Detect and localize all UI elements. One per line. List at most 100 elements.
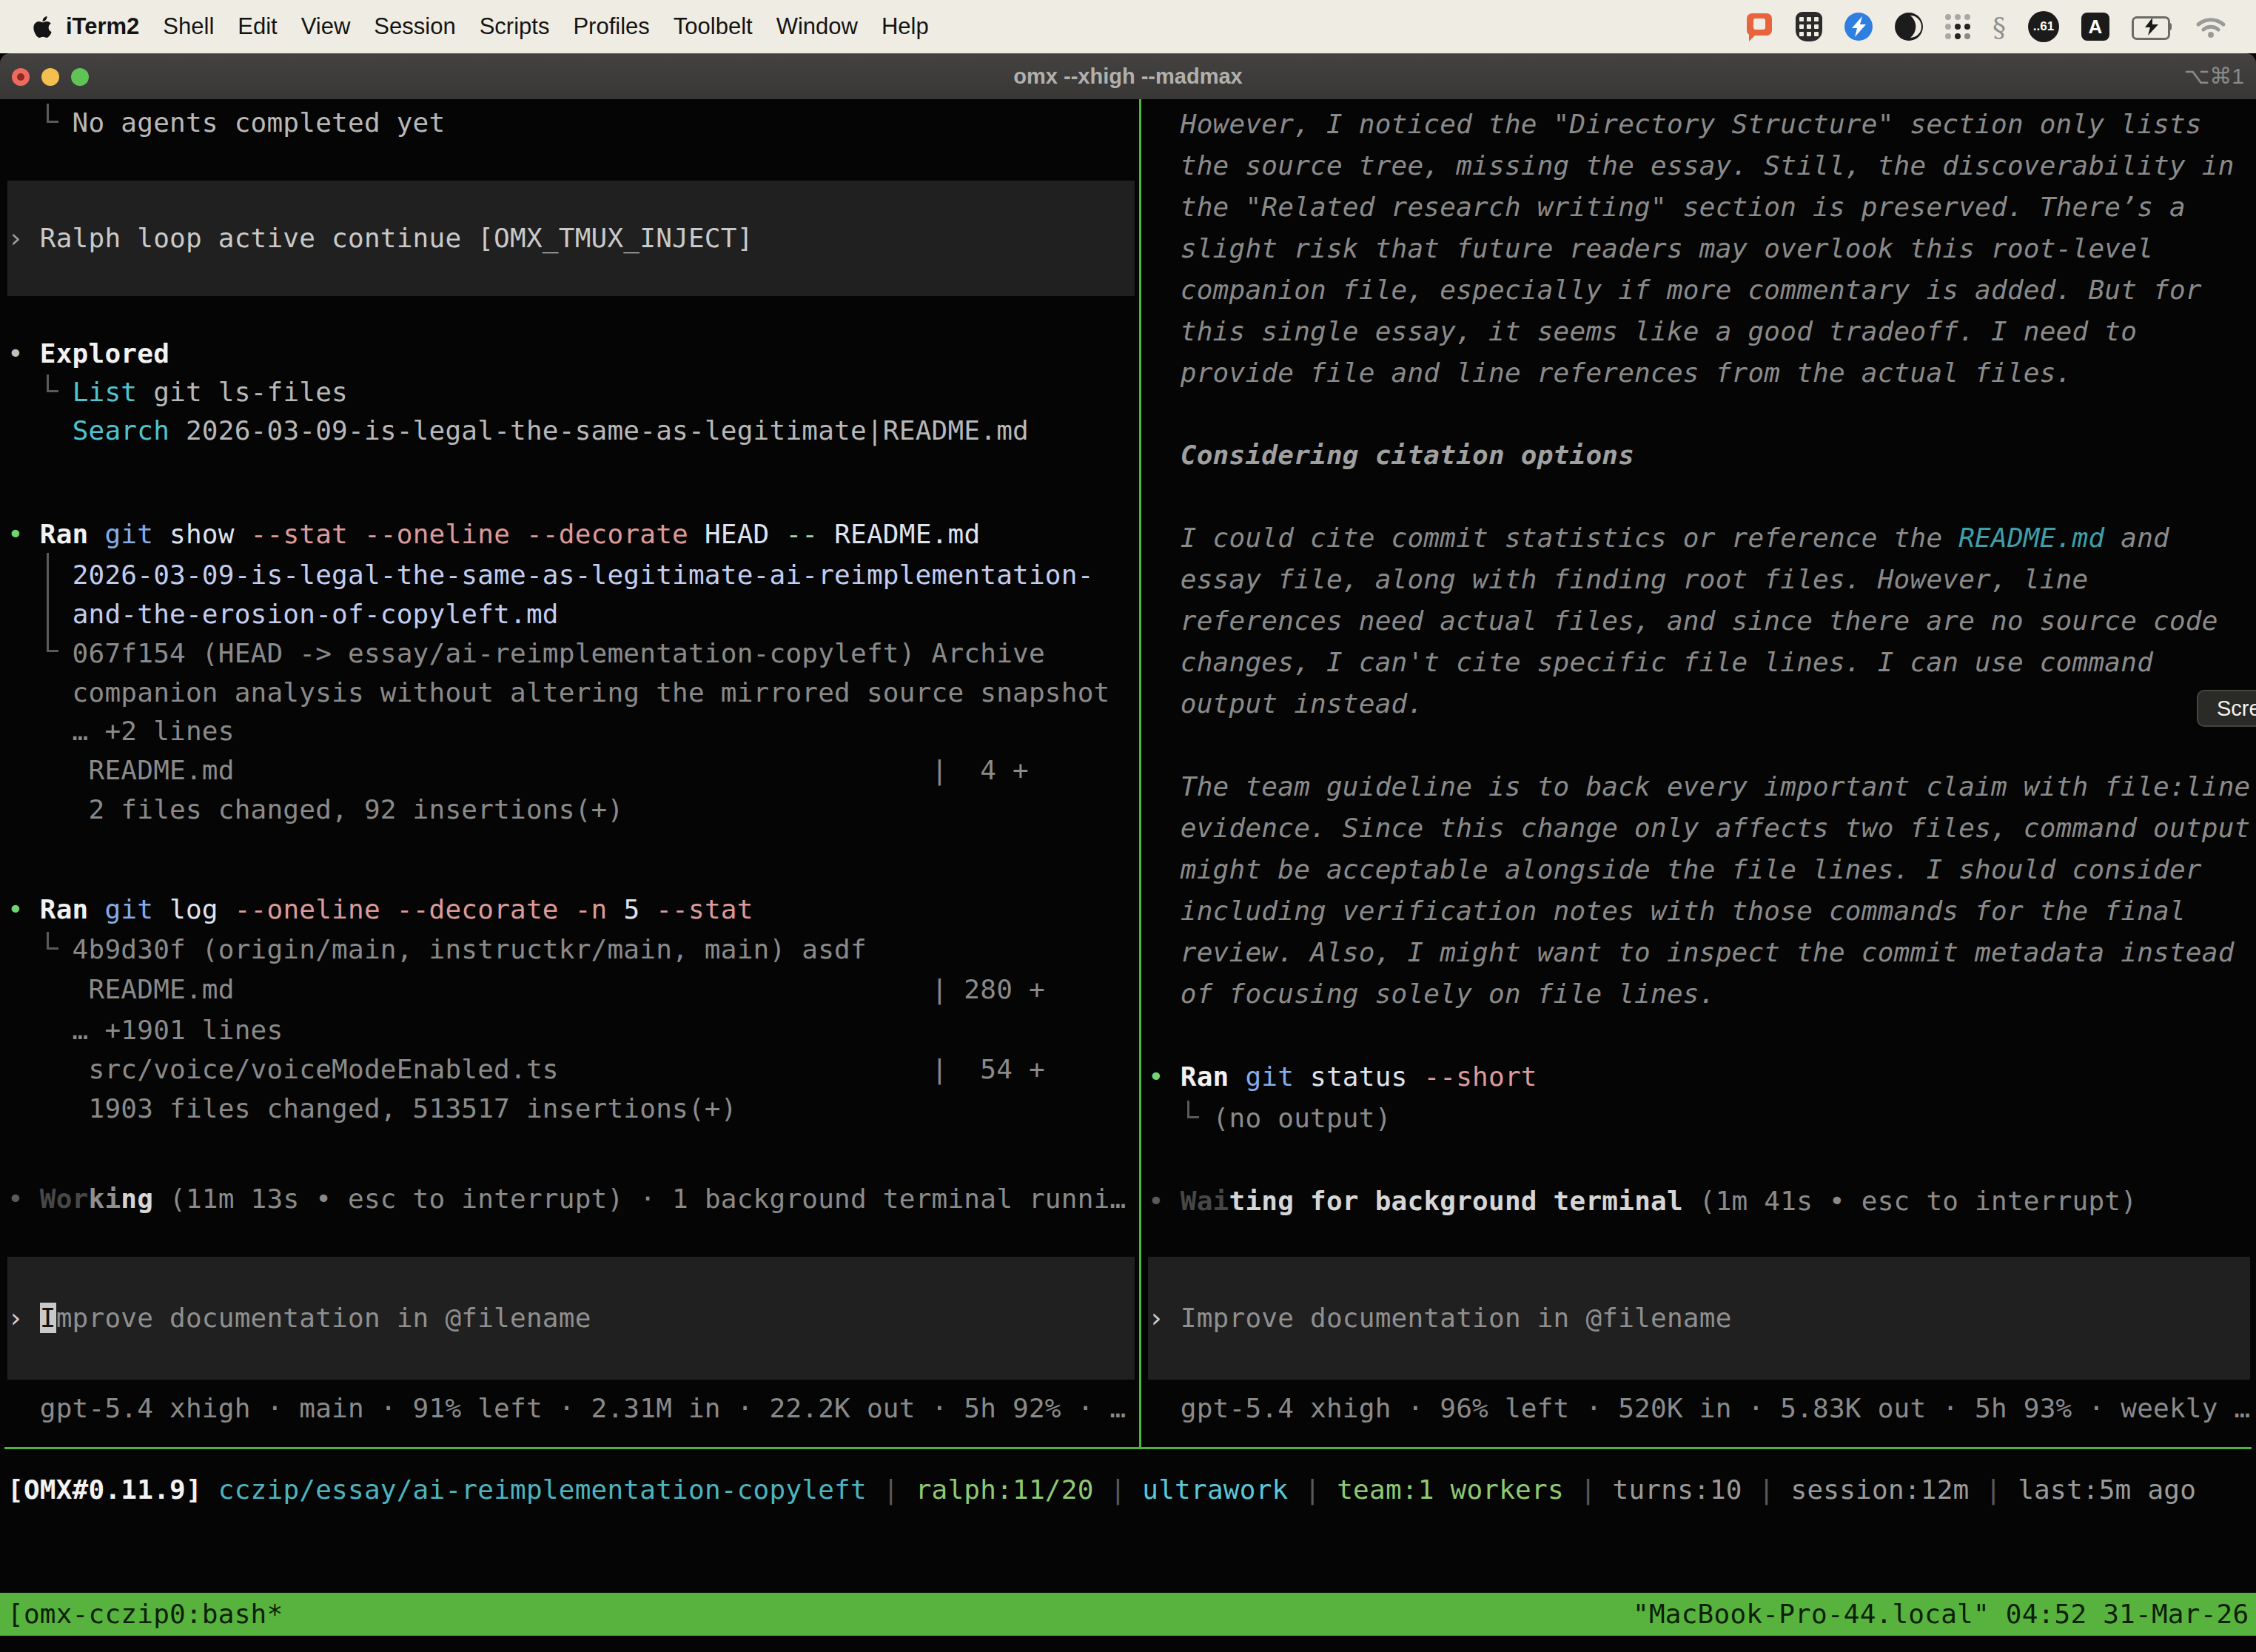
menu-item-help[interactable]: Help [870,13,941,40]
para: references need actual files, and since … [1148,605,2218,636]
terminal-line: slight risk that future readers may over… [1148,229,2153,269]
terminal-line: The team guideline is to back every impo… [1148,767,2250,807]
terminal-line: gpt-5.4 xhigh · 96% left · 520K in · 5.8… [1148,1389,2250,1428]
minimize-button[interactable] [41,68,59,86]
squiggle-icon[interactable]: § [1993,12,2006,42]
terminal-line: 2 files changed, 92 insertions(+) [7,790,623,830]
shimmer-bright: ting for background terminal [1229,1186,1683,1216]
blue-bolt-app-icon[interactable] [1844,13,1873,41]
white-bold: Ran [40,894,89,924]
menu-item-scripts[interactable]: Scripts [468,13,562,40]
sep: | [1564,1474,1613,1505]
bullet-green: • [7,519,40,549]
para: The team guideline is to back every impo… [1148,771,2250,802]
text [1229,1061,1246,1092]
terminal-line: README.md | 280 + [7,970,1045,1010]
terminal-line: src/voice/voiceModeEnabled.ts | 54 + [7,1050,1045,1089]
terminal-line: output instead. [1148,684,1423,724]
terminal-line: and-the-erosion-of-copyleft.md [7,594,559,634]
shimmer-bright: ng [121,1183,153,1214]
menu-item-profiles[interactable]: Profiles [561,13,661,40]
cmd: status [1294,1061,1423,1092]
white-bold: Ran [1181,1061,1229,1092]
input-hint: Improve documentation in @filename [1181,1303,1732,1333]
terminal-line: [omx-cczip0:bash* [7,1594,283,1634]
sep: | [867,1474,916,1505]
para-bold: Considering citation options [1181,440,1634,470]
para: the source tree, missing the essay. Stil… [1148,150,2235,181]
text: git ls-files [137,377,348,407]
dim: 4b9d30f (origin/main, instructkr/main, m… [7,934,867,964]
battery-percent-icon[interactable]: ..61 [2028,11,2059,42]
flag: --stat [656,894,753,924]
moon-app-icon[interactable] [1895,13,1923,41]
para: this single essay, it seems like a good … [1148,316,2137,346]
para: the "Related research writing" section i… [1148,192,2186,222]
text [7,377,73,407]
terminal-line: • Ran git log --oneline --decorate -n 5 … [7,890,753,930]
dim: 2 files changed, 92 insertions(+) [7,794,623,825]
close-button[interactable] [12,68,30,86]
menu-item-edit[interactable]: Edit [226,13,289,40]
status-gray: session:12m [1791,1474,1970,1505]
blue: git [104,519,153,549]
menu-bar-status-icons: § ..61 A [1747,11,2256,42]
menu-item-toolbelt[interactable]: Toolbelt [662,13,765,40]
terminal-line: • Ran git status --short [1148,1057,1537,1097]
status-white: [OMX#0.11.9] [7,1474,202,1505]
shield-grid-icon[interactable] [1796,12,1822,41]
dim: (no output) [1148,1103,1391,1133]
input-hint: mprove documentation in @filename [56,1303,591,1333]
zoom-button[interactable] [71,68,89,86]
terminal-line: gpt-5.4 xhigh · main · 91% left · 2.31M … [7,1389,1126,1428]
right-input-line[interactable]: › Improve documentation in @filename [1148,1298,1732,1338]
white-bold: Ran [40,519,89,549]
blue: git [1245,1061,1294,1092]
file-blue: and-the-erosion-of-copyleft.md [73,599,559,629]
wifi-icon[interactable] [2195,15,2226,38]
cmd: README.md [818,519,980,549]
dim: README.md | 280 + [7,974,1045,1004]
bullet-light: • [7,338,40,369]
para: evidence. Since this change only affects… [1148,813,2250,843]
flag: --short [1423,1061,1537,1092]
tmux-text: "MacBook-Pro-44.local" 04:52 31-Mar-26 [1633,1599,2249,1629]
terminal-line: • Ran git show --stat --oneline --decora… [7,514,980,554]
terminal-line: 4b9d30f (origin/main, instructkr/main, m… [7,930,867,970]
menu-item-session[interactable]: Session [362,13,467,40]
battery-icon[interactable] [2132,16,2173,37]
status-cyan2: ultrawork [1142,1474,1288,1505]
menu-item-shell[interactable]: Shell [151,13,226,40]
menu-item-view[interactable]: View [289,13,363,40]
text: 2026-03-09-is-legal-the-same-as-legitima… [169,415,1029,446]
dots-grid-icon[interactable] [1945,14,1970,39]
terminal-line: the source tree, missing the essay. Stil… [1148,146,2235,186]
shimmer-dim: Wai [1181,1186,1229,1216]
border-green [1139,99,1141,1448]
ralph: Ralph loop active continue [OMX_TMUX_INJ… [40,223,753,253]
chat-app-icon[interactable] [1747,13,1773,40]
input-source-icon[interactable]: A [2081,13,2109,41]
white-bold: Explored [40,338,169,369]
status-gray: turns:10 [1613,1474,1742,1505]
status-gray: last:5m ago [2018,1474,2196,1505]
text [89,519,105,549]
cmd: HEAD [688,519,785,549]
shimmer-dim: Wor [40,1183,89,1214]
left-input-line[interactable]: › Improve documentation in @filename [7,1298,591,1338]
para: companion file, especially if more comme… [1148,275,2202,305]
shimmer-mid: ki [89,1183,121,1214]
para: might be acceptable alongside the file l… [1148,854,2202,884]
menu-item-iterm2[interactable]: iTerm2 [53,13,151,40]
apple-logo-icon[interactable] [33,15,53,39]
status-green: ralph:11/20 [916,1474,1094,1505]
dim: … +1901 lines [7,1015,283,1045]
status-cyan: cczip/essay/ai-reimplementation-copyleft [218,1474,867,1505]
prompt: › [7,1303,40,1333]
terminal-line: "MacBook-Pro-44.local" 04:52 31-Mar-26 [1633,1594,2249,1634]
terminal-line: provide file and line references from th… [1148,353,2072,393]
terminal-line: › Ralph loop active continue [OMX_TMUX_I… [7,218,753,258]
menu-item-window[interactable]: Window [765,13,870,40]
terminal-line: (no output) [1148,1098,1391,1138]
para: of focusing solely on file lines. [1148,978,1716,1009]
